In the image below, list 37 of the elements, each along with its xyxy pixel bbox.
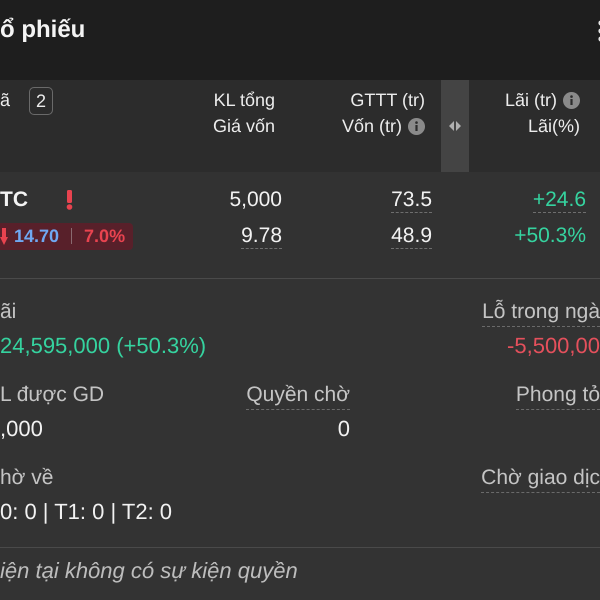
warning-icon[interactable]: [66, 190, 73, 210]
left-right-arrows-icon: [449, 121, 461, 131]
cell-value: 48.9: [391, 224, 432, 248]
column-scroll-handle[interactable]: [441, 80, 469, 172]
info-icon[interactable]: [563, 92, 580, 108]
field-label[interactable]: Lỗ trong ngà: [482, 298, 600, 327]
field-label: hờ về: [0, 465, 54, 491]
page-title: ổ phiếu: [0, 15, 86, 45]
field-value: 24,595,000 (+50.3%): [0, 332, 206, 360]
column-header[interactable]: GTTT (tr): [350, 87, 425, 113]
change-percent: 7.0%: [84, 226, 126, 246]
cell-value: +50.3%: [514, 224, 586, 248]
field-value: 0: 0 | T1: 0 | T2: 0: [0, 498, 172, 526]
column-header[interactable]: Vốn (tr): [342, 113, 402, 139]
count-badge: 2: [29, 87, 54, 115]
cell-value: 9.78: [241, 224, 282, 248]
field-label: ãi: [0, 299, 16, 325]
column-header[interactable]: ã: [0, 87, 10, 113]
cell-value: 73.5: [391, 188, 432, 212]
ticker-symbol: TC: [0, 188, 29, 212]
column-header[interactable]: Lãi(%): [528, 113, 580, 139]
events-note: iện tại không có sự kiện quyền: [0, 557, 299, 585]
column-header[interactable]: Lãi (tr): [504, 87, 557, 113]
column-header[interactable]: Giá vốn: [212, 113, 275, 139]
price-value: 14.70: [14, 226, 60, 246]
field-label[interactable]: Phong tỏ: [516, 381, 600, 410]
info-icon[interactable]: [408, 118, 425, 134]
field-value: 0: [338, 415, 350, 443]
field-label: L được GD: [0, 382, 104, 408]
cell-value: 5,000: [229, 188, 282, 212]
field-value: -5,500,00: [507, 332, 600, 360]
field-label[interactable]: Chờ giao dịc: [481, 464, 600, 493]
field-label[interactable]: Quyền chờ: [246, 381, 350, 410]
cell-value: +24.6: [532, 188, 586, 212]
more-icon[interactable]: [597, 20, 600, 42]
column-header[interactable]: KL tổng: [214, 87, 275, 113]
field-value: ,000: [0, 415, 43, 443]
